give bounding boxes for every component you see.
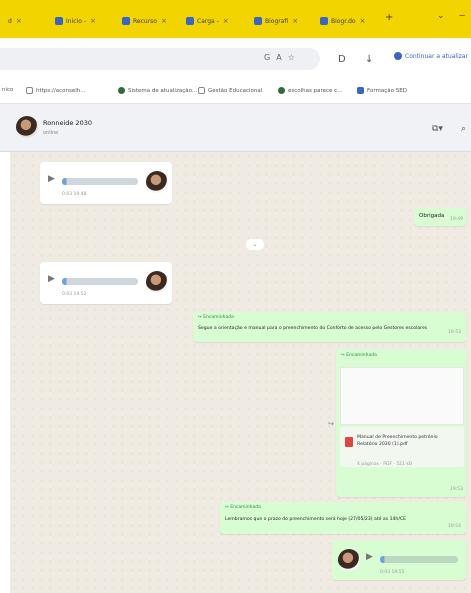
sed-icon bbox=[357, 87, 364, 94]
favicon-icon bbox=[55, 17, 63, 25]
pdf-file-name[interactable]: Manual de Preenchimento petrónio Relatór… bbox=[357, 434, 457, 448]
voice-avatar bbox=[146, 171, 168, 193]
bookmark-label: Gestão Educacional bbox=[208, 87, 263, 94]
tab-label: d bbox=[8, 17, 12, 25]
close-icon[interactable]: × bbox=[292, 17, 298, 25]
tab-label: Biogr.do bbox=[331, 17, 356, 25]
bookmark-item[interactable]: Formação SED bbox=[357, 87, 407, 94]
voice-waveform[interactable] bbox=[62, 178, 138, 185]
translate-icon[interactable]: A bbox=[276, 53, 281, 62]
voice-avatar bbox=[338, 549, 360, 571]
bookmark-label: Formação SED bbox=[367, 87, 407, 94]
tab-5[interactable]: Biografi × bbox=[254, 13, 298, 29]
address-toolbar: G A ☆ D ↓ Continuar a atualizar bbox=[0, 38, 471, 78]
bookmark-item[interactable]: https://aconselh... bbox=[26, 87, 85, 94]
avatar[interactable] bbox=[16, 116, 38, 138]
favicon-icon bbox=[122, 17, 130, 25]
favicon-icon bbox=[186, 17, 194, 25]
outgoing-message[interactable]: ↪ Encaminhada Lembramos que o prazo do p… bbox=[220, 502, 466, 534]
outgoing-message[interactable]: Obrigada 19:49 bbox=[414, 208, 466, 226]
close-icon[interactable]: × bbox=[161, 17, 167, 25]
voice-message[interactable]: ▶ 0:03 19:52 bbox=[40, 262, 172, 304]
tab-6[interactable]: Biogr.do × bbox=[320, 13, 365, 29]
bookmark-item[interactable]: Gestão Educacional bbox=[198, 87, 262, 94]
contact-status: online bbox=[43, 130, 59, 136]
bookmark-label: https://aconselh... bbox=[36, 87, 86, 94]
tab-3[interactable]: Recurso × bbox=[122, 13, 167, 29]
globe-icon bbox=[118, 87, 125, 94]
voice-duration-time: 0:03 19:55 bbox=[380, 570, 405, 575]
tab-label: Carga - bbox=[197, 17, 219, 25]
voice-duration-time: 0:03 19:48 bbox=[62, 192, 87, 197]
message-text: Obrigada bbox=[419, 213, 445, 219]
pdf-preview-thumbnail[interactable] bbox=[340, 367, 464, 425]
message-time: 19:49 bbox=[450, 217, 463, 222]
outgoing-message[interactable]: ↪ Encaminhada Segue a orientação e manua… bbox=[193, 312, 466, 342]
bookmark-label: Sistema de atualização... bbox=[128, 87, 198, 94]
profile-label: Continuar a atualizar bbox=[405, 52, 469, 60]
tab-label: Recurso bbox=[133, 17, 157, 25]
voice-message[interactable]: ▶ 0:03 19:48 bbox=[40, 162, 172, 204]
globe-icon bbox=[278, 87, 285, 94]
voice-waveform[interactable] bbox=[62, 278, 138, 285]
bookmarks-bar: nico https://aconselh... Sistema de atua… bbox=[0, 78, 471, 104]
chat-conversation[interactable]: ▶ 0:03 19:48 Obrigada 19:49 ⌄ ▶ 0:03 19:… bbox=[10, 152, 471, 593]
forward-icon[interactable]: ↪ bbox=[328, 420, 334, 428]
document-icon bbox=[198, 87, 205, 94]
bookmark-lead[interactable]: nico bbox=[2, 87, 13, 93]
message-time: 19:53 bbox=[450, 487, 463, 492]
favicon-icon bbox=[320, 17, 328, 25]
play-icon[interactable]: ▶ bbox=[48, 174, 55, 184]
minimize-icon[interactable]: ‒ bbox=[459, 10, 465, 21]
tab-2[interactable]: Inicio - × bbox=[55, 13, 96, 29]
bookmark-item[interactable]: Sistema de atualização... bbox=[118, 87, 197, 94]
page-icon bbox=[26, 87, 33, 94]
tab-search-icon[interactable]: ⌄ bbox=[437, 11, 445, 21]
forwarded-label: ↪ Encaminhada bbox=[198, 315, 234, 320]
pdf-file-icon bbox=[345, 437, 353, 447]
omnibox-icons: G A ☆ bbox=[264, 53, 295, 62]
search-icon[interactable]: ⌕ bbox=[461, 124, 466, 134]
bookmark-item[interactable]: escolhas parece c... bbox=[278, 87, 342, 94]
chat-header[interactable]: Ronneide 2030 online ⧉▾ ⌕ bbox=[0, 104, 471, 152]
message-text: Lembramos que o prazo do preenchimento s… bbox=[225, 517, 407, 522]
voice-message[interactable]: ▶ 0:03 19:55 bbox=[332, 540, 466, 580]
close-icon[interactable]: × bbox=[360, 17, 366, 25]
tab-label: Biografi bbox=[265, 17, 289, 25]
extension-icon[interactable]: D bbox=[338, 54, 346, 65]
chevron-down-icon[interactable]: ⌄ bbox=[246, 239, 264, 250]
close-icon[interactable]: × bbox=[90, 17, 96, 25]
tab-label: Inicio - bbox=[66, 17, 86, 25]
play-icon[interactable]: ▶ bbox=[48, 274, 55, 284]
close-icon[interactable]: × bbox=[16, 17, 22, 25]
new-tab-button[interactable]: + bbox=[385, 12, 393, 23]
bookmark-label: escolhas parece c... bbox=[288, 87, 343, 94]
voice-duration-time: 0:03 19:52 bbox=[62, 292, 87, 297]
video-call-icon[interactable]: ⧉▾ bbox=[432, 124, 443, 134]
profile-icon bbox=[394, 52, 402, 60]
google-lens-icon[interactable]: G bbox=[264, 53, 270, 62]
message-time: 19:53 bbox=[448, 330, 461, 335]
browser-tab-strip: d × Inicio - × Recurso × Carga - × Biografi ×… bbox=[0, 0, 471, 38]
tab-4[interactable]: Carga - × bbox=[186, 13, 229, 29]
profile-update-button[interactable]: Continuar a atualizar bbox=[394, 52, 468, 60]
pdf-meta: 4 páginas · PDF · 521 kB bbox=[357, 462, 413, 467]
voice-avatar bbox=[146, 271, 168, 293]
forwarded-label: ↪ Encaminhada bbox=[341, 353, 377, 358]
message-time: 19:54 bbox=[448, 524, 461, 529]
favicon-icon bbox=[254, 17, 262, 25]
address-bar[interactable]: G A ☆ bbox=[0, 48, 320, 70]
close-icon[interactable]: × bbox=[223, 17, 229, 25]
forwarded-label: ↪ Encaminhada bbox=[225, 505, 261, 510]
bookmark-label: nico bbox=[2, 87, 14, 93]
message-text: Segue a orientação e manual para o preen… bbox=[198, 326, 428, 331]
play-icon[interactable]: ▶ bbox=[366, 552, 373, 562]
bookmark-star-icon[interactable]: ☆ bbox=[288, 53, 295, 62]
voice-waveform[interactable] bbox=[380, 556, 458, 563]
contact-name[interactable]: Ronneide 2030 bbox=[43, 119, 92, 127]
download-icon[interactable]: ↓ bbox=[365, 54, 373, 65]
tab-1[interactable]: d × bbox=[8, 13, 22, 29]
